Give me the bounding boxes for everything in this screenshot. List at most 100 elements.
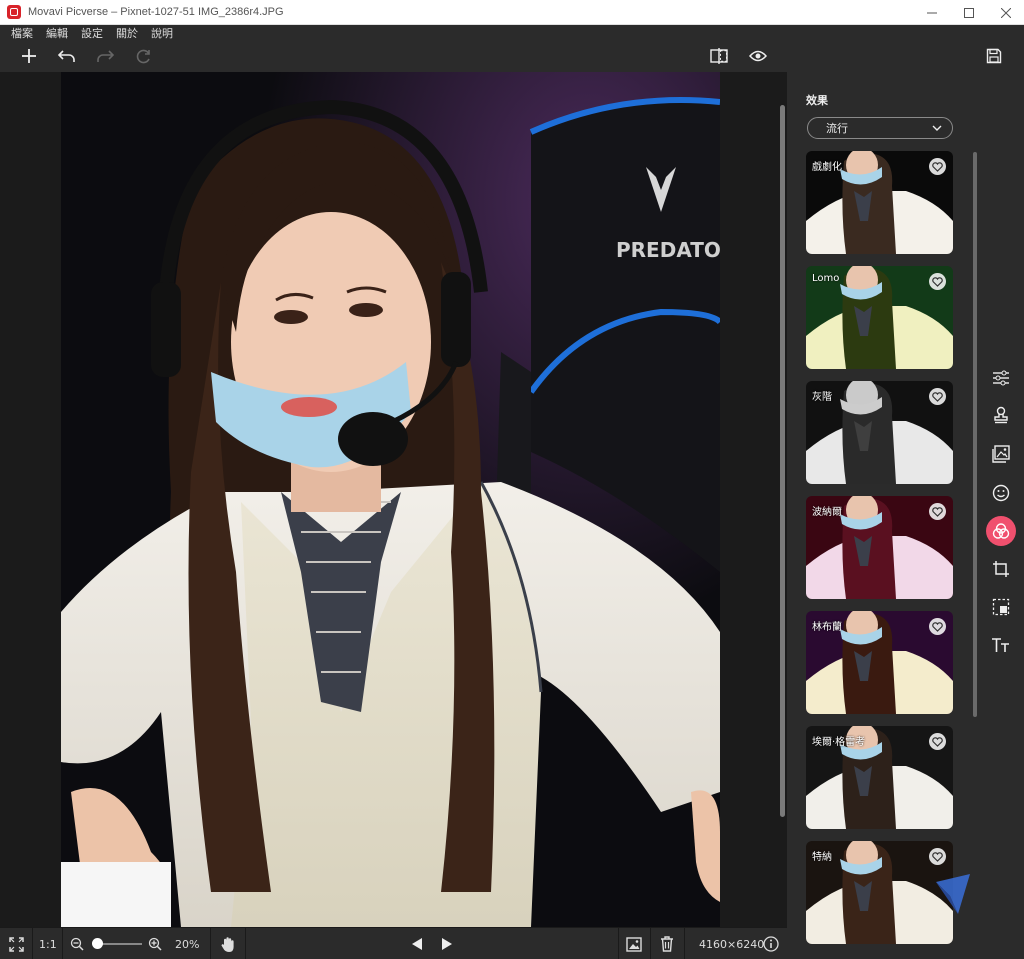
effect-label: 林布蘭 bbox=[812, 622, 842, 633]
effect-card[interactable]: 灰階 bbox=[806, 381, 953, 484]
redo-button[interactable] bbox=[93, 44, 117, 68]
menu-bar: 檔案 編輯 設定 關於 說明 bbox=[0, 25, 1024, 41]
adjust-sliders-icon bbox=[993, 370, 1009, 386]
effect-label: 特納 bbox=[812, 852, 832, 863]
save-button[interactable] bbox=[982, 44, 1006, 68]
favorite-button[interactable] bbox=[929, 388, 946, 405]
heart-icon bbox=[932, 851, 943, 862]
image-dimensions: 4160×6240 bbox=[699, 928, 764, 959]
app-logo-icon bbox=[7, 5, 21, 19]
favorite-button[interactable] bbox=[929, 158, 946, 175]
heart-icon bbox=[932, 161, 943, 172]
delete-button[interactable] bbox=[660, 928, 674, 959]
heart-icon bbox=[932, 506, 943, 517]
crop-tool-button[interactable] bbox=[986, 554, 1016, 584]
effects-tool-button[interactable] bbox=[986, 516, 1016, 546]
effect-card[interactable]: 林布蘭 bbox=[806, 611, 953, 714]
menu-about[interactable]: 關於 bbox=[116, 25, 138, 41]
canvas-scrollbar[interactable] bbox=[780, 105, 785, 817]
effect-label: 埃爾·格雷考 bbox=[812, 737, 866, 748]
title-bar: Movavi Picverse – Pixnet-1027-51 IMG_238… bbox=[0, 0, 1024, 25]
actual-size-button[interactable]: 1:1 bbox=[39, 928, 57, 959]
info-button[interactable] bbox=[763, 928, 779, 959]
next-image-button[interactable] bbox=[441, 928, 453, 959]
favorite-button[interactable] bbox=[929, 848, 946, 865]
separator bbox=[62, 928, 63, 959]
fullscreen-icon bbox=[9, 936, 24, 952]
select-icon bbox=[992, 598, 1010, 616]
effect-label: 灰階 bbox=[812, 392, 832, 403]
stamp-icon bbox=[994, 406, 1008, 424]
tool-rail bbox=[980, 72, 1024, 959]
hand-tool-button[interactable] bbox=[220, 928, 236, 959]
close-button[interactable] bbox=[987, 0, 1024, 25]
panel-title: 效果 bbox=[806, 94, 828, 107]
zoom-percent: 20% bbox=[175, 937, 200, 951]
maximize-icon bbox=[963, 7, 974, 18]
image-canvas[interactable]: PREDATOR bbox=[0, 72, 787, 927]
fullscreen-button[interactable] bbox=[9, 928, 24, 959]
effect-card[interactable]: 戲劇化 bbox=[806, 151, 953, 254]
prev-icon bbox=[412, 938, 422, 950]
compare-icon bbox=[710, 48, 728, 64]
favorite-button[interactable] bbox=[929, 503, 946, 520]
menu-file[interactable]: 檔案 bbox=[11, 25, 33, 41]
preview-button[interactable] bbox=[746, 44, 770, 68]
effect-label: 波納爾 bbox=[812, 507, 842, 518]
compare-button[interactable] bbox=[707, 44, 731, 68]
effects-panel: 效果 流行 戲劇化 Lomo 灰階波納爾林布蘭埃爾·格雷考 特納 bbox=[787, 72, 980, 959]
heart-icon bbox=[932, 736, 943, 747]
zoom-out-icon bbox=[70, 937, 84, 951]
zoom-in-button[interactable] bbox=[148, 928, 162, 959]
minimize-button[interactable] bbox=[913, 0, 950, 25]
adjust-tool-button[interactable] bbox=[986, 363, 1016, 393]
effect-label: Lomo bbox=[812, 273, 840, 284]
face-tool-button[interactable] bbox=[986, 478, 1016, 508]
hand-icon bbox=[221, 936, 234, 952]
heart-icon bbox=[932, 276, 943, 287]
save-icon bbox=[986, 48, 1002, 64]
menu-settings[interactable]: 設定 bbox=[81, 25, 103, 41]
zoom-slider-thumb[interactable] bbox=[92, 938, 103, 949]
trash-icon bbox=[661, 936, 673, 952]
next-icon bbox=[442, 938, 452, 950]
maximize-button[interactable] bbox=[950, 0, 987, 25]
close-icon bbox=[1000, 7, 1011, 18]
favorite-button[interactable] bbox=[929, 273, 946, 290]
text-tool-button[interactable] bbox=[986, 630, 1016, 660]
gallery-button[interactable] bbox=[626, 928, 642, 959]
favorite-button[interactable] bbox=[929, 733, 946, 750]
menu-edit[interactable]: 編輯 bbox=[46, 25, 68, 41]
retouch-tool-button[interactable] bbox=[986, 400, 1016, 430]
bottom-bar: 1:1 20% 4160×6240 bbox=[0, 927, 787, 959]
app-window: Movavi Picverse – Pixnet-1027-51 IMG_238… bbox=[0, 0, 1024, 959]
menu-help[interactable]: 說明 bbox=[151, 25, 173, 41]
undo-icon bbox=[58, 50, 75, 62]
favorite-button[interactable] bbox=[929, 618, 946, 635]
chevron-down-icon bbox=[932, 125, 942, 131]
crop-icon bbox=[993, 561, 1009, 577]
add-button[interactable] bbox=[17, 44, 41, 68]
text-icon bbox=[992, 638, 1009, 652]
watermark-logo-icon bbox=[936, 874, 970, 914]
effect-category-select[interactable]: 流行 bbox=[807, 117, 953, 139]
effect-card[interactable]: 波納爾 bbox=[806, 496, 953, 599]
panel-scrollbar[interactable] bbox=[973, 152, 977, 717]
category-value: 流行 bbox=[826, 122, 848, 135]
portrait-photo-image: PREDATOR bbox=[61, 72, 720, 927]
face-icon bbox=[992, 484, 1010, 502]
effect-card[interactable]: Lomo bbox=[806, 266, 953, 369]
effect-card[interactable]: 埃爾·格雷考 bbox=[806, 726, 953, 829]
zoom-out-button[interactable] bbox=[70, 928, 84, 959]
undo-button[interactable] bbox=[55, 44, 79, 68]
separator bbox=[618, 928, 619, 959]
dimensions-label: 4160×6240 bbox=[699, 937, 765, 951]
background-tool-button[interactable] bbox=[986, 439, 1016, 469]
window-controls bbox=[913, 0, 1024, 25]
actual-size-label: 1:1 bbox=[39, 937, 57, 951]
separator bbox=[684, 928, 685, 959]
select-tool-button[interactable] bbox=[986, 592, 1016, 622]
previous-image-button[interactable] bbox=[411, 928, 423, 959]
heart-icon bbox=[932, 621, 943, 632]
reset-button[interactable] bbox=[132, 44, 156, 68]
